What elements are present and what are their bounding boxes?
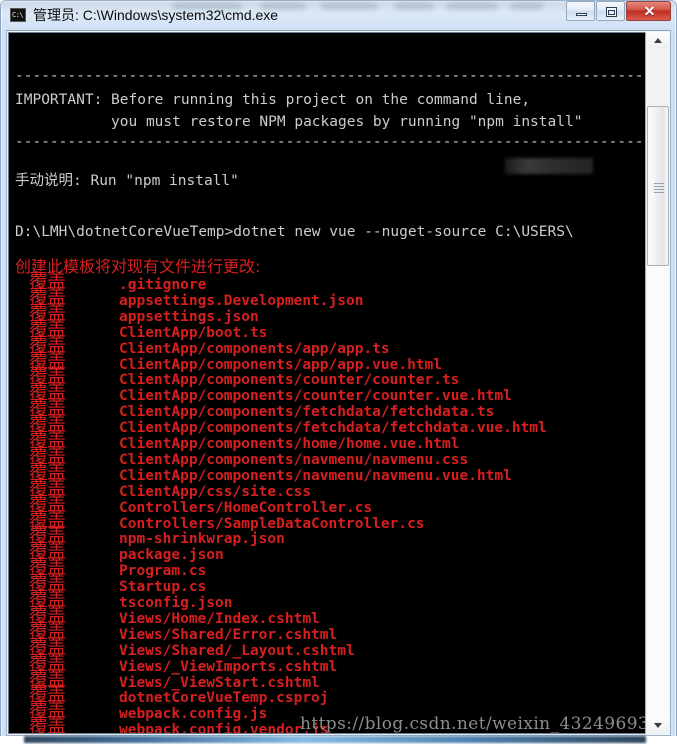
console-output: ----------------------------------------… (9, 33, 644, 733)
scroll-down-arrow[interactable] (647, 717, 669, 734)
maximize-icon-inner (608, 10, 615, 15)
overwrite-file-name: webpack.config.vendor.js (119, 722, 329, 733)
separator-line-bottom: ----------------------------------------… (15, 134, 644, 150)
vertical-scrollbar[interactable] (645, 32, 669, 734)
important-line-1: IMPORTANT: Before running this project o… (15, 92, 531, 108)
manual-instruction-line: 手动说明: Run "npm install" (15, 173, 239, 189)
cmd-window: C:\ 管理员: C:\Windows\system32\cmd.exe ✕ -… (0, 0, 677, 744)
window-title: 管理员: C:\Windows\system32\cmd.exe (33, 7, 279, 23)
scrollbar-track[interactable] (647, 266, 669, 717)
close-button[interactable]: ✕ (626, 1, 671, 21)
desktop-strip (0, 736, 677, 744)
maximize-button[interactable] (596, 1, 625, 21)
prompt-command-line: D:\LMH\dotnetCoreVueTemp>dotnet new vue … (15, 224, 644, 240)
redacted-username (505, 158, 593, 174)
chevron-down-icon (654, 723, 662, 728)
csdn-watermark: https://blog.csdn.net/weixin_43249693 (300, 714, 650, 734)
chevron-up-icon (654, 38, 662, 43)
titlebar[interactable]: C:\ 管理员: C:\Windows\system32\cmd.exe ✕ (0, 0, 677, 30)
console-client-area[interactable]: ----------------------------------------… (8, 32, 669, 734)
close-icon: ✕ (643, 3, 656, 19)
minimize-icon (576, 13, 587, 16)
important-line-2: you must restore NPM packages by running… (15, 114, 583, 130)
separator-line-top: ----------------------------------------… (15, 68, 644, 84)
scrollbar-thumb[interactable] (647, 106, 669, 266)
minimize-button[interactable] (566, 1, 595, 21)
cmd-icon: C:\ (10, 8, 26, 22)
scroll-up-arrow[interactable] (647, 32, 669, 49)
